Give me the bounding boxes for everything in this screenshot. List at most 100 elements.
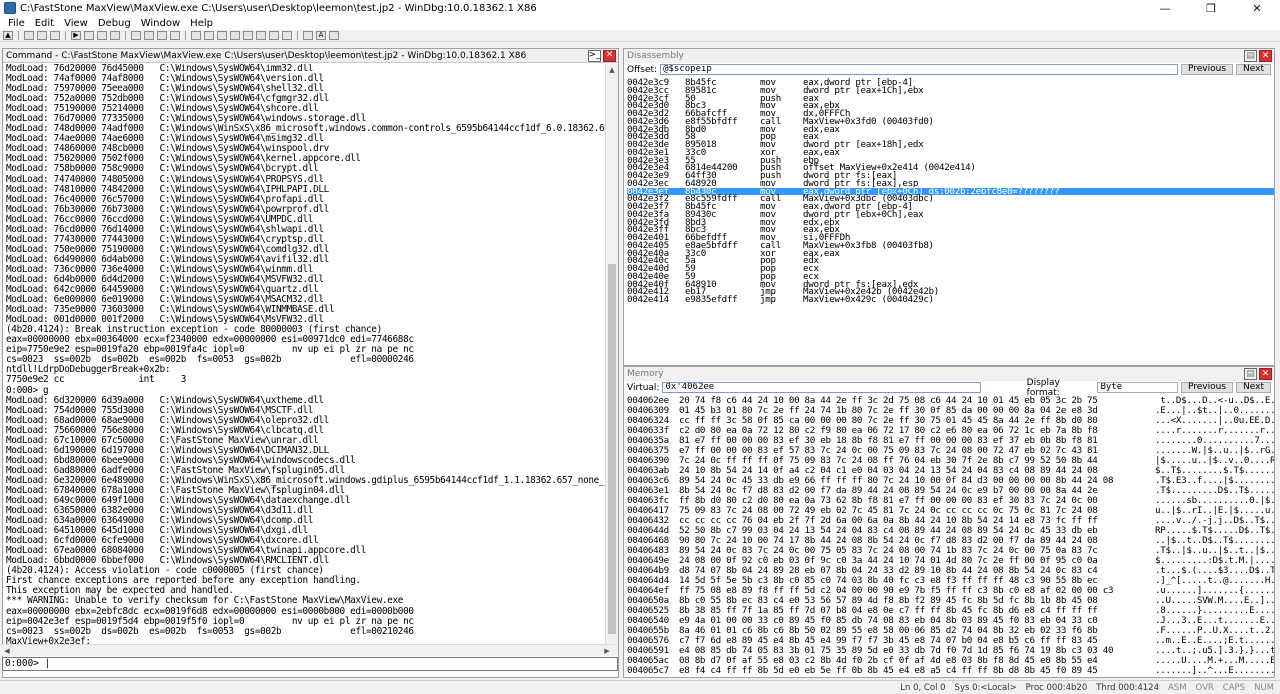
instruction-operands: MaxView+0x3fb8 (00403fb8) xyxy=(803,239,934,251)
menu-help[interactable]: Help xyxy=(185,18,218,29)
memory-address-bar: Virtual: 0x'4062ee Display format: Byte … xyxy=(624,378,1274,398)
step-over-icon[interactable] xyxy=(144,31,154,40)
toolbar: ▲ ▶ A xyxy=(0,30,1280,42)
disassembly-row[interactable]: 0042e3db 8bd0 mov edx,eax xyxy=(627,125,1274,134)
window-menu-icon[interactable]: ▤ xyxy=(1244,50,1257,62)
close-pane-icon[interactable]: ✕ xyxy=(1259,368,1272,380)
disassembly-row[interactable]: 0042e3fa 89430c mov dword ptr [ebx+0Ch],eax xyxy=(627,208,1274,220)
paste-icon[interactable] xyxy=(50,31,60,40)
restart-icon[interactable] xyxy=(84,31,94,40)
open-icon[interactable]: ▲ xyxy=(3,31,13,40)
memory-window-icon[interactable] xyxy=(243,31,253,40)
disassembly-row[interactable]: 0042e3de 895018 mov dword ptr [eax+18h],edx xyxy=(627,140,1274,149)
font-icon[interactable]: A xyxy=(316,31,326,40)
disassembly-row[interactable]: 0042e3c9 8b45fc mov eax,dword ptr [ebp-4] xyxy=(627,78,1274,87)
memory-dump[interactable]: 004062ee 20 74 f8 c6 44 24 10 00 8a 44 2e… xyxy=(624,394,1274,676)
menu-file[interactable]: File xyxy=(3,18,30,29)
status-process: Proc 000:4b20 xyxy=(1025,682,1088,693)
command-window-header: Command - C:\FastStone MaxView\MaxView.e… xyxy=(3,49,618,63)
command-output[interactable]: ModLoad: 76d20000 76d45000 C:\Windows\Sy… xyxy=(4,64,606,655)
disassembly-row[interactable]: 0042e3fd 8bd3 mov edx,ebx xyxy=(627,218,1274,227)
step-into-icon[interactable] xyxy=(131,31,141,40)
registers-window-icon[interactable] xyxy=(230,31,240,40)
run-to-cursor-icon[interactable] xyxy=(170,31,180,40)
command-horizontal-scrollbar[interactable]: ◀ ▶ xyxy=(1,644,615,656)
disassembly-row[interactable]: 0042e3e4 6814e44200 push offset MaxView+0x2… xyxy=(627,163,1274,172)
status-ovr: OVR xyxy=(1195,682,1214,693)
disassembly-listing[interactable]: 0042e3c9 8b45fc mov eax,dword ptr [ebp-4] 00… xyxy=(624,76,1274,362)
close-pane-icon[interactable]: ✕ xyxy=(1259,50,1272,62)
menu-view[interactable]: View xyxy=(59,18,93,29)
status-system: Sys 0:<Local> xyxy=(954,682,1017,693)
disassembly-row[interactable]: 0042e3f2 e8c559fdff call MaxView+0x3dbc (00… xyxy=(627,194,1274,203)
disassembly-row[interactable]: 0042e3dd 58 pop eax xyxy=(627,132,1274,141)
disassembly-row[interactable]: 0042e3d6 e8f55bfdff call MaxView+0x3fd0 (00… xyxy=(627,117,1274,126)
options-icon[interactable] xyxy=(329,31,339,40)
window-menu-icon[interactable]: ▤ xyxy=(1244,368,1257,380)
instruction-mnemonic: jmp xyxy=(760,294,776,305)
disassembly-window: Disassembly ▤ ✕ Offset: @$scopeip Previo… xyxy=(623,48,1275,366)
close-icon[interactable]: ✕ xyxy=(1234,0,1280,16)
scroll-left-icon[interactable]: ◀ xyxy=(1,645,13,657)
menu-edit[interactable]: Edit xyxy=(30,18,59,29)
instruction-operands: dword ptr [ebx+0Ch],eax xyxy=(803,208,924,220)
instruction-bytes: 5a xyxy=(685,255,696,267)
virtual-address-input[interactable]: 0x'4062ee xyxy=(662,382,982,393)
command-window: Command - C:\FastStone MaxView\MaxView.e… xyxy=(2,48,619,678)
disassembly-row[interactable]: 0042e3e9 64ff30 push dword ptr fs:[eax] xyxy=(627,171,1274,180)
status-asm: ASM xyxy=(1167,682,1187,693)
next-button[interactable]: Next xyxy=(1236,64,1271,75)
disassembly-row[interactable]: 0042e405 e8ae5bfdff call MaxView+0x3fb8 (00… xyxy=(627,239,1274,251)
memory-ascii: .......]..^...E.........E..E xyxy=(1155,665,1274,676)
command-window-icon[interactable] xyxy=(191,31,201,40)
command-window-title: Command - C:\FastStone MaxView\MaxView.e… xyxy=(6,50,527,61)
disassembly-row[interactable]: 0042e3f7 8b45fc mov eax,dword ptr [ebp-4] xyxy=(627,202,1274,211)
scratch-pad-icon[interactable] xyxy=(282,31,292,40)
display-format-value: Byte xyxy=(1100,382,1123,392)
disassembly-row[interactable]: 0042e40a 33c0 xor eax,eax xyxy=(627,247,1274,259)
display-format-select[interactable]: Byte xyxy=(1097,382,1178,393)
disassembly-row[interactable]: 0042e40c 5a pop edx xyxy=(627,255,1274,267)
disassembly-row[interactable]: 0042e3cf 50 push eax xyxy=(627,92,1274,104)
instruction-bytes: 33c0 xyxy=(685,247,706,259)
scroll-thumb[interactable] xyxy=(608,264,616,634)
call-stack-window-icon[interactable] xyxy=(256,31,266,40)
command-input[interactable]: 0:000> | xyxy=(2,657,618,671)
command-prompt: 0:000> xyxy=(5,658,45,669)
break-icon[interactable] xyxy=(110,31,120,40)
instruction-operands: MaxView+0x429c (0040429c) xyxy=(803,294,934,305)
disassembly-window-icon[interactable] xyxy=(269,31,279,40)
next-button[interactable]: Next xyxy=(1236,382,1272,393)
locals-window-icon[interactable] xyxy=(217,31,227,40)
source-mode-icon[interactable] xyxy=(303,31,313,40)
disassembly-row[interactable]: 0042e40e 59 pop ecx xyxy=(627,272,1274,281)
previous-button[interactable]: Previous xyxy=(1181,382,1234,393)
previous-button[interactable]: Previous xyxy=(1180,64,1234,75)
menu-window[interactable]: Window xyxy=(136,18,185,29)
disassembly-row[interactable]: 0042e3e1 33c0 xor eax,eax xyxy=(627,148,1274,157)
instruction-operands: eax xyxy=(803,92,819,104)
disassembly-row[interactable]: 0042e3cc 89581c mov dword ptr [eax+1Ch],ebx xyxy=(627,84,1274,96)
cut-icon[interactable] xyxy=(24,31,34,40)
disassembly-header: Disassembly ▤ ✕ xyxy=(624,49,1274,63)
scroll-up-icon[interactable]: ▲ xyxy=(606,64,618,76)
toolbar-separator xyxy=(18,31,19,40)
restore-icon[interactable]: ❐ xyxy=(1188,0,1234,16)
offset-input[interactable]: @$scopeip xyxy=(660,64,1178,75)
terminal-icon[interactable]: >_ xyxy=(588,49,601,62)
watch-window-icon[interactable] xyxy=(204,31,214,40)
scroll-right-icon[interactable]: ▶ xyxy=(601,645,613,657)
stop-icon[interactable] xyxy=(97,31,107,40)
step-out-icon[interactable] xyxy=(157,31,167,40)
instruction-bytes: 89581c xyxy=(685,84,717,96)
menu-debug[interactable]: Debug xyxy=(93,18,136,29)
disassembly-row[interactable]: 0042e40f 648910 mov dword ptr fs:[eax],edx xyxy=(627,280,1274,289)
disassembly-row[interactable]: 0042e414 e9835efdff jmp MaxView+0x429c (004… xyxy=(627,294,1274,305)
copy-icon[interactable] xyxy=(37,31,47,40)
minimize-icon[interactable]: — xyxy=(1142,0,1188,16)
command-scrollbar[interactable]: ▲ ▼ xyxy=(605,64,618,655)
go-icon[interactable]: ▶ xyxy=(71,31,81,40)
close-pane-icon[interactable]: ✕ xyxy=(603,49,616,62)
memory-row[interactable]: 004065c7 e8 f4 c4 ff ff 8b 5d e0 eb 5e ff… xyxy=(627,666,1274,676)
disassembly-row[interactable]: 0042e40d 59 pop ecx xyxy=(627,264,1274,273)
